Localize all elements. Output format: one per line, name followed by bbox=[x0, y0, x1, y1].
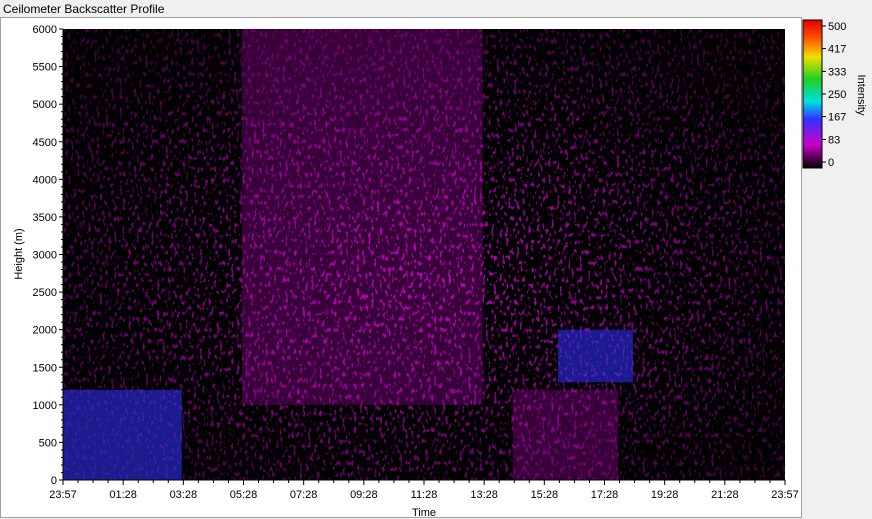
x-tick-label: 11:28 bbox=[411, 489, 438, 501]
y-tick-label: 1500 bbox=[33, 362, 57, 374]
y-tick-label: 3500 bbox=[33, 212, 57, 224]
x-tick-label: 03:28 bbox=[170, 489, 198, 501]
y-tick-label: 5500 bbox=[33, 62, 57, 74]
y-tick-label: 500 bbox=[39, 437, 57, 449]
feature-aerosol bbox=[241, 29, 483, 405]
y-tick-label: 6000 bbox=[33, 24, 57, 36]
x-tick-label: 19:28 bbox=[651, 489, 679, 501]
colorbar-tick-label: 83 bbox=[828, 134, 840, 146]
colorbar-tick-label: 500 bbox=[828, 21, 846, 33]
x-tick-label: 01:28 bbox=[109, 489, 137, 501]
y-tick-label: 2500 bbox=[33, 287, 57, 299]
backscatter-chart: 0500100015002000250030003500400045005000… bbox=[0, 17, 867, 519]
x-tick-label: 07:28 bbox=[290, 489, 318, 501]
y-tick-label: 2000 bbox=[33, 325, 57, 337]
colorbar-label: Intensity bbox=[855, 75, 867, 116]
feature-elevated-layer bbox=[557, 329, 634, 383]
y-tick-label: 3000 bbox=[33, 250, 57, 262]
x-tick-label: 05:28 bbox=[230, 489, 258, 501]
colorbar bbox=[802, 19, 823, 169]
y-tick-label: 4500 bbox=[33, 137, 57, 149]
colorbar-tick-label: 417 bbox=[828, 44, 846, 56]
colorbar-tick-label: 250 bbox=[828, 89, 846, 101]
x-tick-label: 13:28 bbox=[470, 489, 498, 501]
colorbar-tick-label: 333 bbox=[828, 66, 846, 78]
x-tick-label: 17:28 bbox=[591, 489, 619, 501]
y-tick-label: 1000 bbox=[33, 400, 57, 412]
y-tick-label: 0 bbox=[51, 475, 57, 487]
feature-low-cloud bbox=[63, 389, 182, 480]
x-axis-label: Time bbox=[412, 507, 436, 519]
y-axis-label: Height (m) bbox=[13, 228, 25, 279]
x-tick-label: 21:28 bbox=[711, 489, 739, 501]
x-tick-label: 23:57 bbox=[771, 489, 799, 501]
x-tick-label: 15:28 bbox=[531, 489, 559, 501]
x-tick-label: 23:57 bbox=[49, 489, 77, 501]
y-tick-label: 4000 bbox=[33, 174, 57, 186]
feature-boundary-layer bbox=[512, 389, 619, 480]
colorbar-tick-label: 167 bbox=[828, 112, 846, 124]
colorbar-tick-label: 0 bbox=[828, 157, 834, 169]
x-tick-label: 09:28 bbox=[350, 489, 378, 501]
y-tick-label: 5000 bbox=[33, 99, 57, 111]
